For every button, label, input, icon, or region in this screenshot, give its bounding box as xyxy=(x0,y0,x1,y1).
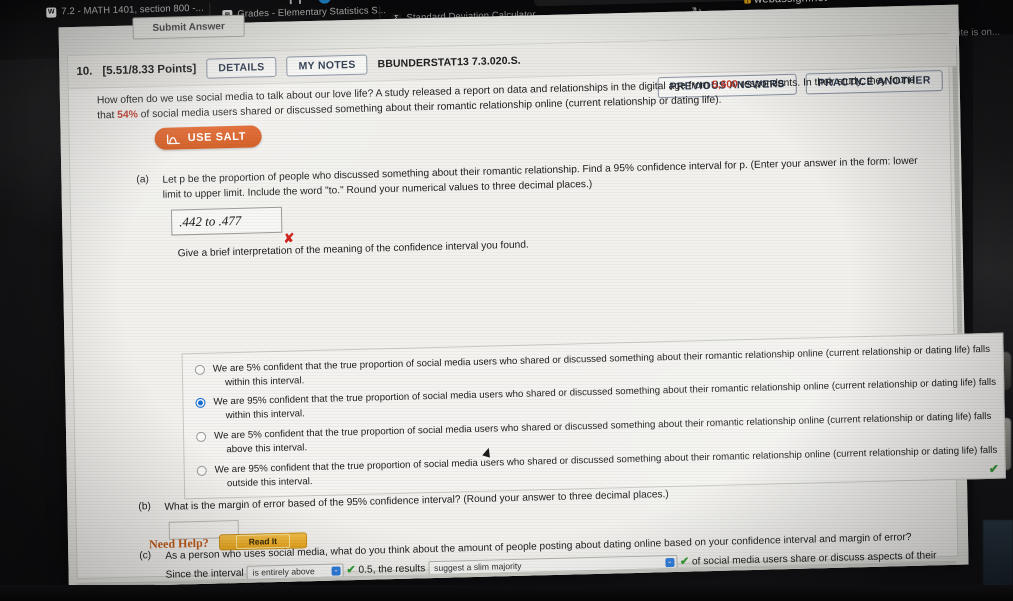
submit-answer-button[interactable]: Submit Answer xyxy=(132,14,245,40)
check-mark-icon: ✔ xyxy=(988,461,999,476)
chevron-down-icon: ⌄ xyxy=(664,557,675,567)
chevron-down-icon: ⌄ xyxy=(331,566,341,576)
prompt-highlight-sample-size: 5,600 xyxy=(711,79,738,91)
question-card: 10. [5.51/8.33 Points] DETAILS MY NOTES … xyxy=(67,32,1006,601)
tab-divider xyxy=(379,6,381,20)
use-salt-label: USE SALT xyxy=(187,130,247,145)
question-body: How often do we use social media to talk… xyxy=(69,66,1006,601)
my-notes-button[interactable]: MY NOTES xyxy=(286,54,368,77)
radio-button[interactable] xyxy=(194,364,205,376)
radio-button[interactable] xyxy=(196,431,207,443)
question-code: BBUNDERSTAT13 7.3.020.S. xyxy=(377,54,521,71)
part-b-label: (b) xyxy=(138,501,151,513)
webassign-favicon: W xyxy=(46,6,57,18)
details-button[interactable]: DETAILS xyxy=(206,56,277,79)
prompt-highlight-percent: 54% xyxy=(117,109,138,121)
photograph-of-screen: ❙❙ S 🔒 webassign.net ↻ ⇪ + ❐ W 7.2 - MAT… xyxy=(0,0,1013,601)
webassign-page: Submit Answer 10. [5.51/8.33 Points] DET… xyxy=(58,4,1006,601)
salt-curve-icon xyxy=(166,134,180,144)
pause-icon: ❙❙ xyxy=(286,0,305,5)
tab-divider xyxy=(209,2,211,16)
read-it-label: Read It xyxy=(235,533,291,550)
use-salt-button[interactable]: USE SALT xyxy=(154,125,263,150)
radio-button-selected[interactable] xyxy=(195,397,206,409)
part-a-label: (a) xyxy=(136,174,149,186)
part-a-text: Let p be the proportion of people who di… xyxy=(162,155,918,201)
need-help-label: Need Help? xyxy=(148,535,209,551)
check-mark-icon: ✔ xyxy=(346,564,356,577)
lock-icon: 🔒 xyxy=(742,0,753,5)
read-it-button[interactable]: Read It xyxy=(218,532,308,551)
signal-blue-icon: S xyxy=(318,0,332,4)
interpretation-radio-group: We are 5% confident that the true propor… xyxy=(181,332,1006,500)
check-mark-icon: ✔ xyxy=(679,555,690,568)
radio-button[interactable] xyxy=(196,465,207,477)
question-points: [5.51/8.33 Points] xyxy=(102,62,197,78)
environment-bottom-edge xyxy=(0,585,1013,601)
browser-tab-label: Grades - Elementary Statistics S... xyxy=(237,5,387,20)
part-a-answer-input[interactable]: .442 to .477 xyxy=(170,206,283,236)
url-text[interactable]: webassign.net xyxy=(754,0,827,6)
laptop-screen: ❙❙ S 🔒 webassign.net ↻ ⇪ + ❐ W 7.2 - MAT… xyxy=(0,0,1013,601)
question-number: 10. xyxy=(76,65,93,78)
